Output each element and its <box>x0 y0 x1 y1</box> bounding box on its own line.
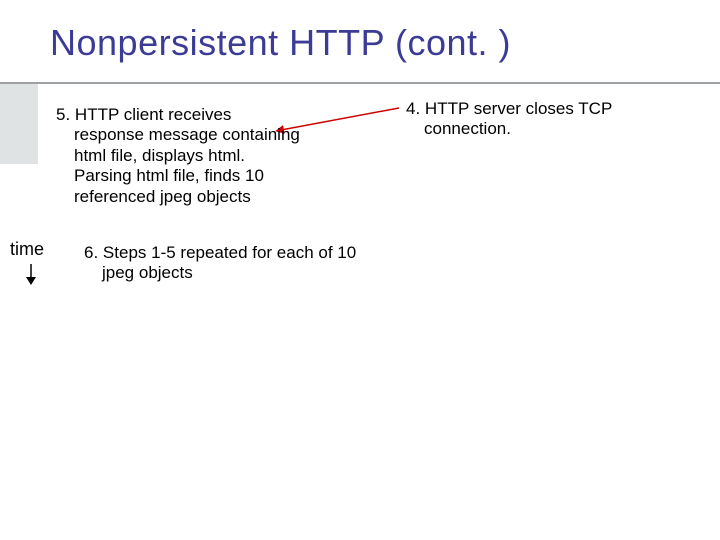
step-4-text: HTTP server closes TCP connection. <box>424 99 612 138</box>
horizontal-rule <box>0 82 720 84</box>
step-5-text: HTTP client receives response message co… <box>74 105 300 206</box>
slide-title: Nonpersistent HTTP (cont. ) <box>50 22 511 64</box>
step-4-number: 4. <box>406 99 420 118</box>
step-6-text: Steps 1-5 repeated for each of 10 jpeg o… <box>102 243 356 282</box>
step-5-number: 5. <box>56 105 70 124</box>
down-arrow-icon <box>24 264 38 286</box>
step-5: 5. HTTP client receives response message… <box>56 105 301 207</box>
time-label: time <box>10 239 44 260</box>
step-6: 6. Steps 1-5 repeated for each of 10 jpe… <box>84 243 374 284</box>
slide: Nonpersistent HTTP (cont. ) 5. HTTP clie… <box>0 0 720 540</box>
step-6-number: 6. <box>84 243 98 262</box>
step-4: 4. HTTP server closes TCP connection. <box>406 99 666 140</box>
sidebar-accent <box>0 84 38 164</box>
